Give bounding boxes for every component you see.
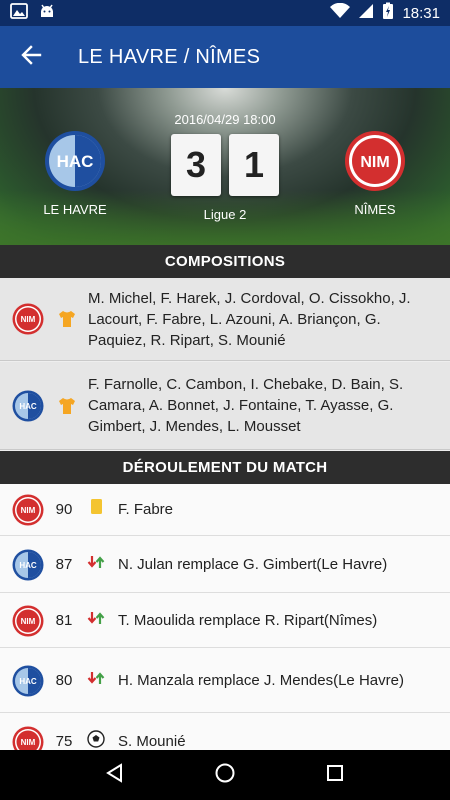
clock: 18:31	[402, 4, 440, 22]
nimes-logo: NIM	[12, 605, 44, 637]
svg-text:HAC: HAC	[19, 677, 37, 686]
event-text: T. Maoulida remplace R. Ripart(Nîmes)	[118, 612, 378, 629]
svg-text:NIM: NIM	[360, 154, 389, 171]
home-team[interactable]: HAC LE HAVRE	[25, 130, 125, 217]
substitution-icon	[86, 608, 106, 633]
match-header: 2016/04/29 18:00 HAC LE HAVRE 3 1 NIM NÎ…	[0, 88, 450, 245]
page-title: LE HAVRE / NÎMES	[78, 45, 261, 68]
yellow-card-icon	[86, 497, 106, 522]
nimes-logo: NIM	[12, 494, 44, 526]
le-havre-logo: HAC	[12, 665, 44, 697]
recents-square-icon	[324, 762, 346, 789]
event-text: F. Fabre	[118, 501, 174, 518]
status-bar: 18:31	[0, 0, 450, 26]
svg-text:NIM: NIM	[21, 315, 36, 324]
wifi-icon	[330, 2, 351, 23]
nimes-logo: NIM	[12, 303, 44, 335]
match-events-list[interactable]: NIM 90 F. Fabre HAC 87 N. Julan remplace…	[0, 484, 450, 750]
substitution-icon	[86, 668, 106, 693]
nav-recents-button[interactable]	[315, 755, 355, 795]
home-score: 3	[171, 134, 221, 196]
away-score: 1	[229, 134, 279, 196]
svg-text:HAC: HAC	[19, 561, 37, 570]
competition-label: Ligue 2	[203, 207, 247, 222]
back-triangle-icon	[104, 762, 126, 789]
system-nav-bar	[0, 750, 450, 800]
app-bar: LE HAVRE / NÎMES	[0, 26, 450, 88]
battery-charging-icon	[382, 2, 394, 24]
away-team[interactable]: NIM NÎMES	[325, 130, 425, 217]
list-item[interactable]: NIM 75 S. Mounié	[0, 714, 450, 750]
signal-icon	[358, 3, 374, 23]
event-minute: 87	[55, 556, 73, 573]
list-item[interactable]: NIM 90 F. Fabre	[0, 484, 450, 536]
event-text: S. Mounié	[118, 733, 186, 750]
nav-home-button[interactable]	[205, 755, 245, 795]
lineup-players: M. Michel, F. Harek, J. Cordoval, O. Cis…	[88, 289, 411, 349]
event-text: H. Manzala remplace J. Mendes(Le Havre)	[118, 672, 404, 689]
back-button[interactable]	[0, 26, 62, 88]
compositions-header: COMPOSITIONS	[0, 245, 450, 278]
list-item[interactable]: HAC 87 N. Julan remplace G. Gimbert(Le H…	[0, 537, 450, 593]
goal-ball-icon	[86, 729, 106, 750]
shirt-icon	[57, 396, 77, 421]
substitution-icon	[86, 552, 106, 577]
match-datetime: 2016/04/29 18:00	[174, 112, 276, 127]
svg-text:NIM: NIM	[21, 738, 36, 747]
svg-text:HAC: HAC	[19, 402, 37, 411]
list-item[interactable]: HAC 80 H. Manzala remplace J. Mendes(Le …	[0, 649, 450, 713]
event-minute: 80	[55, 672, 73, 689]
match-events-header: DÉROULEMENT DU MATCH	[0, 451, 450, 484]
nav-back-button[interactable]	[95, 755, 135, 795]
event-minute: 75	[55, 733, 73, 750]
lineup-nimes: NIM M. Michel, F. Harek, J. Cordoval, O.…	[0, 278, 450, 361]
home-circle-icon	[214, 762, 236, 789]
event-text: N. Julan remplace G. Gimbert(Le Havre)	[118, 556, 388, 573]
shirt-icon	[57, 309, 77, 334]
lineup-players: F. Farnolle, C. Cambon, I. Chebake, D. B…	[88, 376, 404, 435]
le-havre-logo: HAC	[12, 390, 44, 422]
android-icon	[38, 3, 56, 24]
nimes-logo: NIM	[12, 726, 44, 750]
le-havre-logo: HAC	[44, 130, 106, 192]
event-minute: 90	[55, 501, 73, 518]
gallery-icon	[10, 2, 28, 24]
arrow-left-icon	[20, 44, 42, 71]
svg-text:HAC: HAC	[57, 152, 94, 171]
svg-text:NIM: NIM	[21, 506, 36, 515]
le-havre-logo: HAC	[12, 549, 44, 581]
list-item[interactable]: NIM 81 T. Maoulida remplace R. Ripart(Nî…	[0, 594, 450, 648]
svg-text:NIM: NIM	[21, 617, 36, 626]
lineup-le-havre: HAC F. Farnolle, C. Cambon, I. Chebake, …	[0, 362, 450, 450]
nimes-logo: NIM	[344, 130, 406, 192]
event-minute: 81	[55, 612, 73, 629]
